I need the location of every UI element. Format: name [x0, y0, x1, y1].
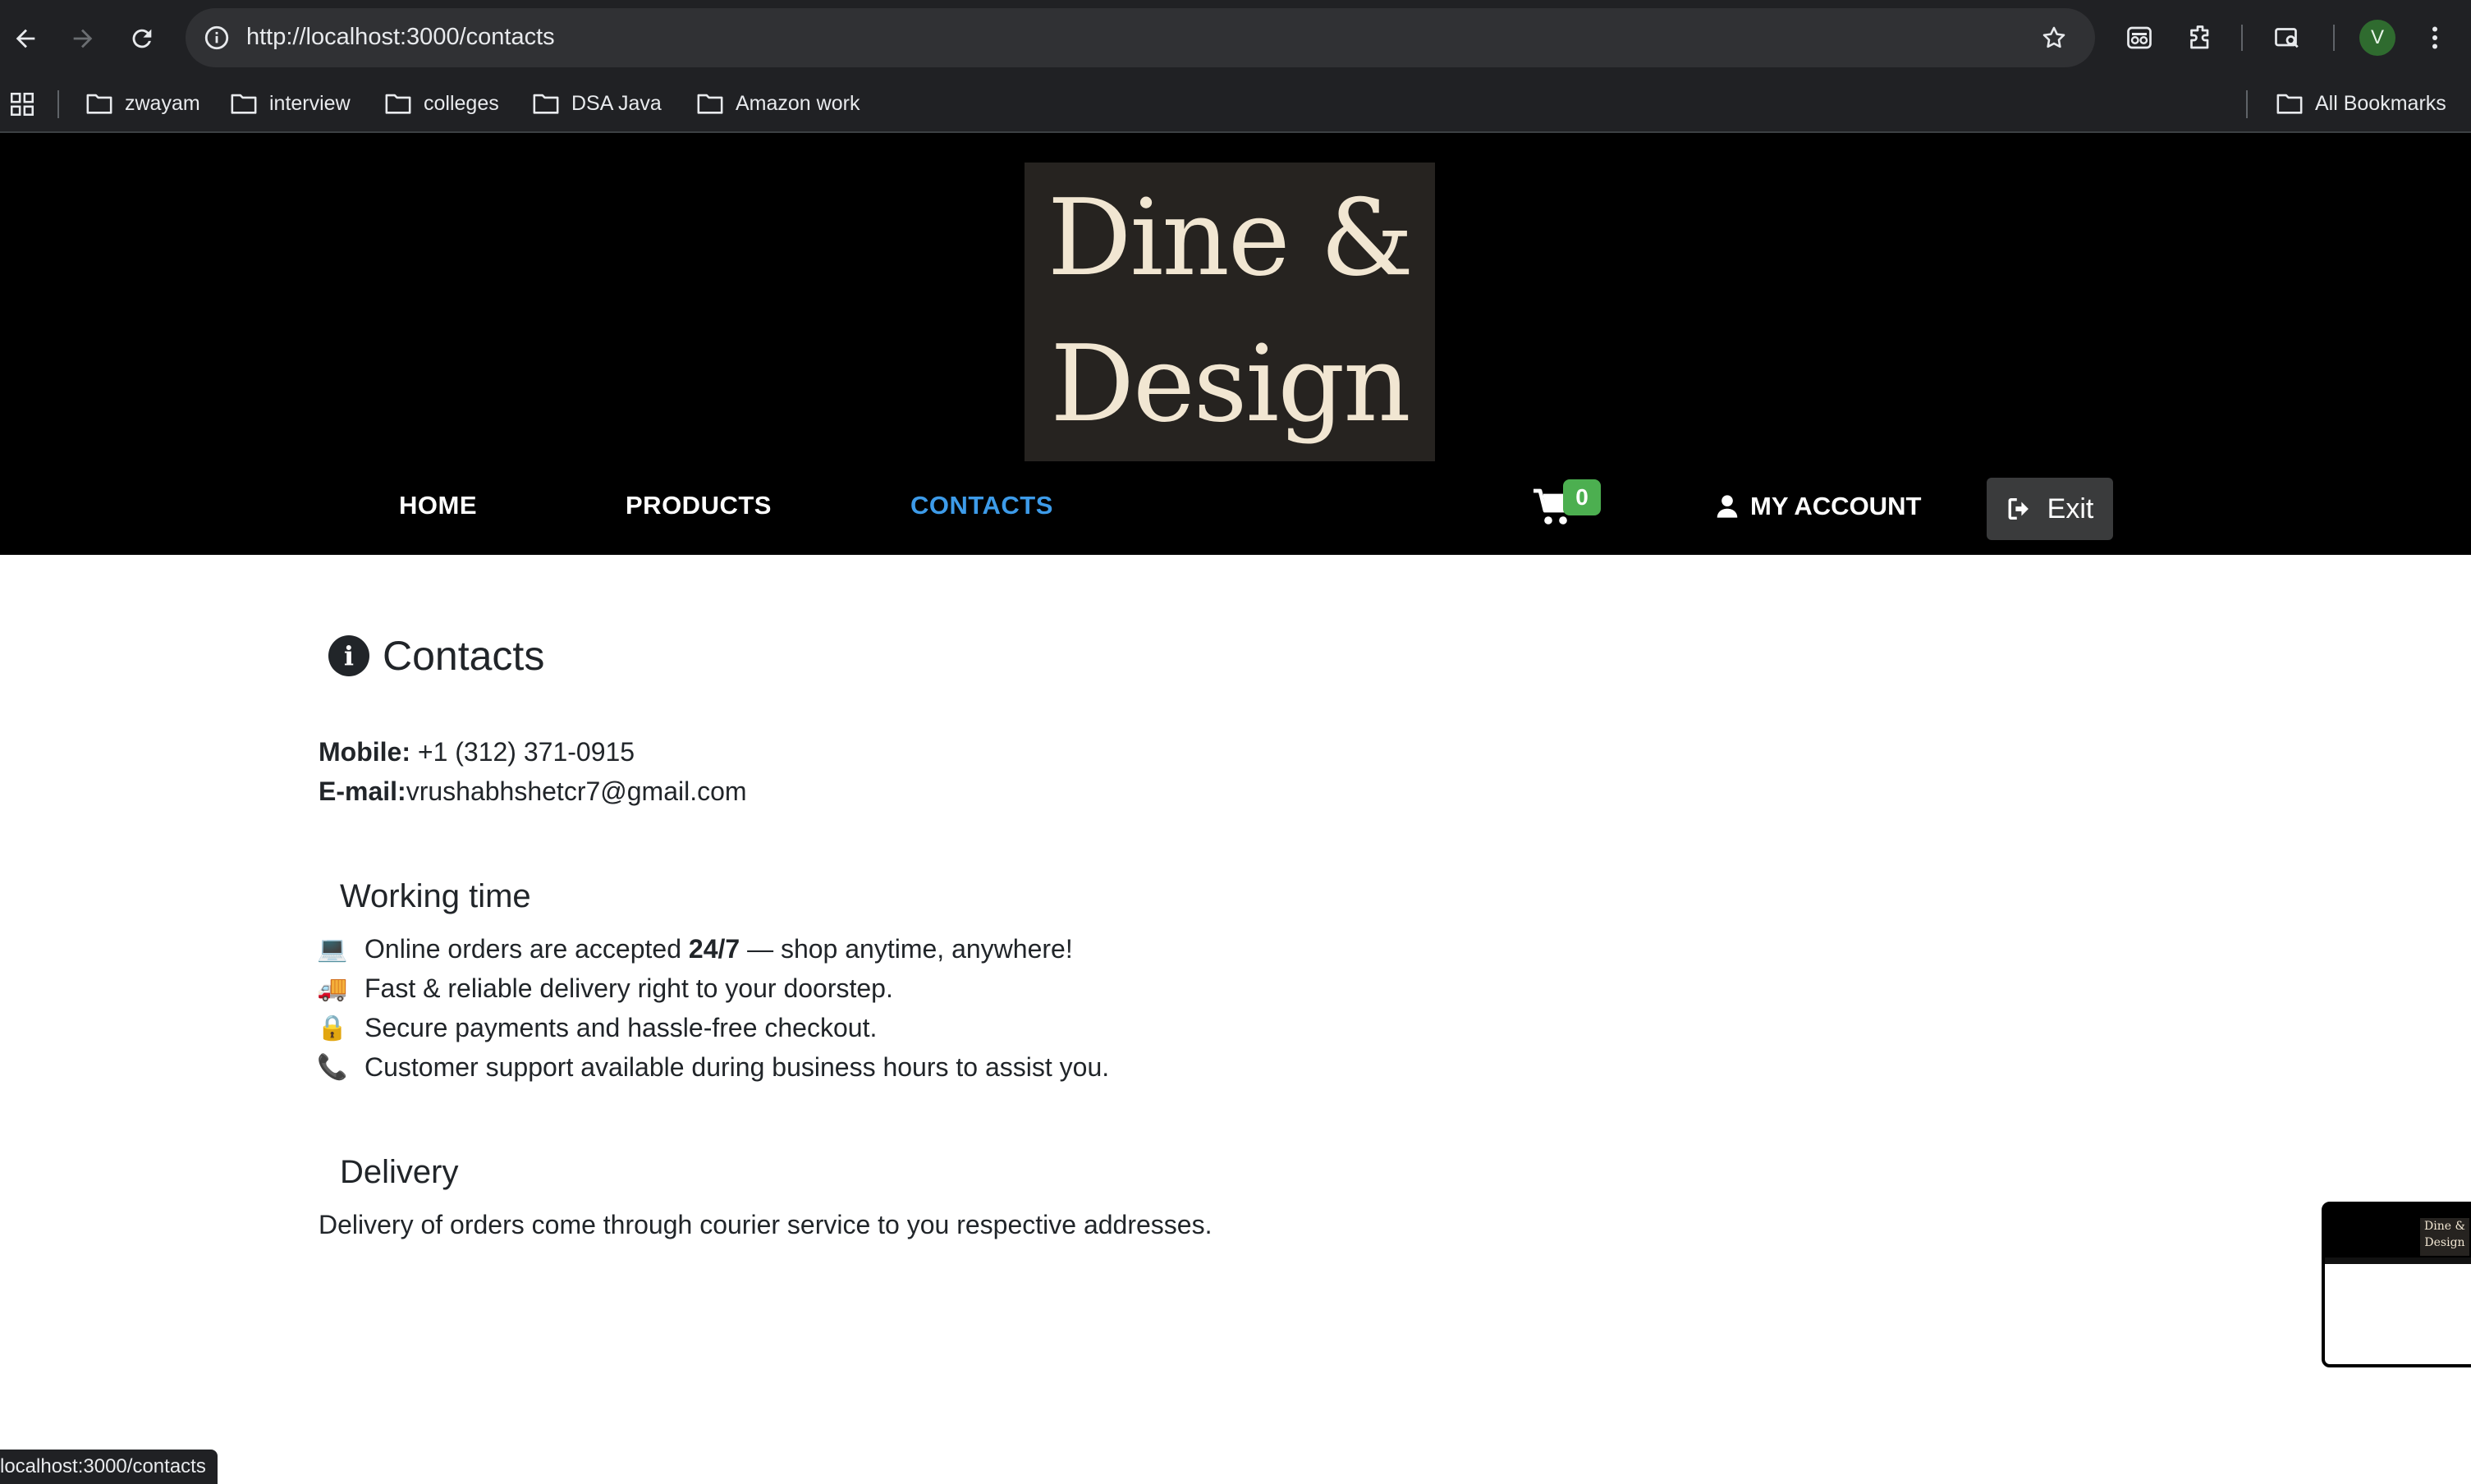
url-text[interactable]: http://localhost:3000/contacts — [246, 24, 555, 51]
arrow-right-icon — [73, 29, 93, 48]
info-circle-icon: i — [328, 635, 369, 676]
all-bookmarks-folder[interactable]: All Bookmarks — [2276, 89, 2446, 118]
bookmark-folder-colleges[interactable]: colleges — [384, 89, 499, 118]
thumbnail-logo-line1: Dine & — [2424, 1220, 2465, 1233]
exit-label: Exit — [2047, 492, 2094, 524]
thumbnail-logo: Dine & Design — [2420, 1218, 2469, 1256]
email-line: E-mail:vrushabhshetcr7@gmail.com — [319, 776, 747, 807]
list-item-text-post: — shop anytime, anywhere! — [747, 934, 1073, 964]
profile-avatar[interactable]: V — [2359, 20, 2395, 56]
mobile-line: Mobile: +1 (312) 371-0915 — [319, 737, 635, 767]
user-icon — [1717, 495, 1738, 518]
list-item: 🚚 Fast & reliable delivery right to your… — [317, 973, 893, 1004]
bookmark-label: DSA Java — [571, 91, 662, 115]
my-account-label: MY ACCOUNT — [1750, 492, 1922, 520]
lock-icon: 🔒 — [317, 1015, 348, 1042]
site-logo[interactable]: Dine & Design — [1025, 163, 1435, 461]
bookmark-folder-zwayam[interactable]: zwayam — [85, 89, 200, 118]
list-item-text-bold: 24/7 — [688, 934, 740, 964]
list-item-text: Secure payments and hassle-free checkout… — [364, 1013, 878, 1042]
browser-toolbar: http://localhost:3000/contacts V — [0, 0, 2471, 76]
bookmark-label: colleges — [424, 91, 499, 115]
bookmark-folder-dsa-java[interactable]: DSA Java — [532, 89, 662, 118]
logo-text-line2: Design — [1050, 323, 1410, 446]
apps-grid-icon[interactable] — [8, 90, 36, 118]
bookmark-folder-amazon-work[interactable]: Amazon work — [696, 89, 860, 118]
mobile-label: Mobile: — [319, 737, 410, 767]
reload-icon — [132, 29, 152, 48]
bookmarks-divider — [57, 90, 59, 118]
forward-button[interactable] — [61, 16, 105, 61]
all-bookmarks-label: All Bookmarks — [2315, 91, 2446, 115]
folder-icon — [697, 94, 723, 114]
toolbar-divider — [2333, 25, 2335, 51]
list-item-text: Fast & reliable delivery right to your d… — [364, 973, 893, 1003]
nav-products-link[interactable]: PRODUCTS — [626, 491, 772, 520]
delivery-truck-icon: 🚚 — [317, 975, 348, 1002]
logo-text-line1: Dine & — [1047, 177, 1414, 300]
my-account-link[interactable]: MY ACCOUNT — [1716, 488, 1921, 525]
list-item-text-pre: Online orders are accepted — [364, 934, 681, 964]
arrow-left-icon — [16, 29, 35, 48]
site-header: Dine & Design HOME PRODUCTS CONTACTS MY … — [0, 133, 2471, 555]
list-item: 🔒 Secure payments and hassle-free checko… — [317, 1013, 877, 1043]
exit-button[interactable]: Exit — [1987, 478, 2113, 540]
bookmark-label: Amazon work — [736, 91, 860, 115]
folder-icon — [2276, 94, 2303, 114]
back-button[interactable] — [3, 16, 48, 61]
cart-count-badge[interactable]: 0 — [1563, 479, 1601, 515]
list-item-text: Customer support available during busine… — [364, 1052, 1110, 1082]
toolbar-divider — [2241, 25, 2243, 51]
bookmark-star-icon[interactable] — [2036, 20, 2072, 56]
bookmark-label: zwayam — [125, 91, 200, 115]
bookmark-label: interview — [269, 91, 351, 115]
laptop-icon: 💻 — [317, 936, 348, 963]
nav-home-link[interactable]: HOME — [399, 491, 477, 520]
address-bar[interactable]: http://localhost:3000/contacts — [186, 8, 2095, 67]
thumbnail-logo-line2: Design — [2424, 1236, 2465, 1249]
delivery-heading: Delivery — [340, 1154, 459, 1190]
more-menu-icon[interactable] — [2414, 16, 2456, 59]
bookmark-folder-interview[interactable]: interview — [230, 89, 351, 118]
page-title-text: Contacts — [383, 633, 545, 679]
page-title: i Contacts — [328, 632, 544, 680]
mobile-value: +1 (312) 371-0915 — [417, 737, 635, 767]
link-status-bar: localhost:3000/contacts — [0, 1450, 218, 1484]
email-value: vrushabhshetcr7@gmail.com — [406, 776, 747, 806]
list-item: 📞 Customer support available during busi… — [317, 1052, 1109, 1083]
email-label: E-mail: — [319, 776, 406, 806]
thumbnail-body — [2325, 1264, 2471, 1364]
bookmarks-bar: zwayam interview colleges DSA Java Amazo… — [0, 76, 2471, 133]
incognito-extension-icon[interactable] — [2118, 16, 2161, 59]
extensions-icon[interactable] — [2179, 16, 2221, 59]
folder-icon — [385, 94, 411, 114]
bookmarks-divider — [2246, 90, 2248, 118]
folder-icon — [231, 94, 257, 114]
folder-icon — [86, 94, 112, 114]
delivery-text: Delivery of orders come through courier … — [319, 1210, 1213, 1239]
folder-icon — [533, 94, 559, 114]
phone-icon: 📞 — [317, 1054, 348, 1081]
sign-out-icon — [2008, 497, 2029, 520]
nav-contacts-link[interactable]: CONTACTS — [910, 491, 1053, 520]
site-info-icon[interactable] — [199, 20, 235, 56]
working-time-heading: Working time — [340, 878, 531, 914]
tab-search-icon[interactable] — [2266, 16, 2308, 59]
reload-button[interactable] — [120, 16, 164, 61]
tab-preview-thumbnail[interactable]: Dine & Design — [2322, 1202, 2471, 1367]
list-item: 💻 Online orders are accepted 24/7 — shop… — [317, 934, 1073, 964]
